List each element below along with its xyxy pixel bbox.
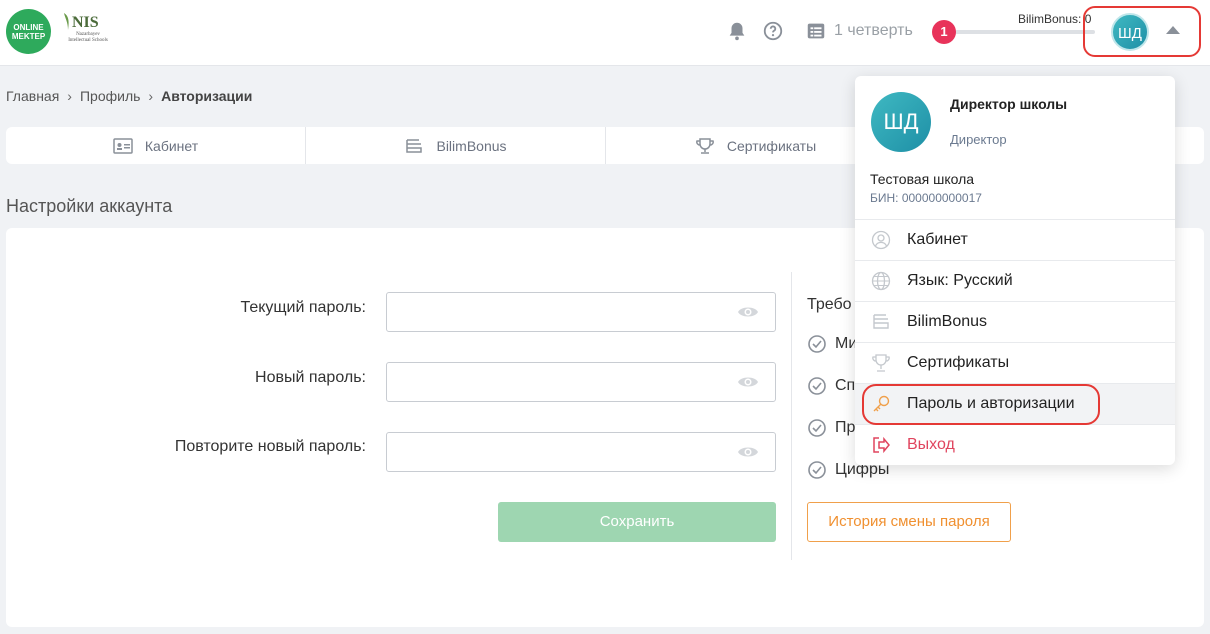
menu-item-certificates[interactable]: Сертификаты	[855, 342, 1175, 383]
menu-item-cabinet[interactable]: Кабинет	[855, 219, 1175, 260]
nis-logo-text: NIS	[72, 14, 99, 31]
user-name: Директор школы	[950, 96, 1068, 112]
page-title: Настройки аккаунта	[6, 196, 173, 216]
trophy-icon	[872, 354, 890, 372]
menu-item-label: Кабинет	[907, 231, 968, 248]
bilimbonus-label: BilimBonus: 0	[1018, 12, 1092, 26]
eye-icon[interactable]	[737, 304, 759, 320]
requirement-text: Сп	[835, 377, 856, 394]
nis-logo[interactable]: NIS Nazarbayev Intellectual Schools	[60, 10, 110, 55]
check-circle-icon	[808, 335, 826, 353]
menu-item-language[interactable]: Язык: Русский	[855, 260, 1175, 301]
check-circle-icon	[808, 419, 826, 437]
tab-label: Сертификаты	[726, 137, 817, 154]
password-item-highlight	[862, 384, 1100, 425]
id-card-icon	[113, 137, 133, 154]
requirement-text: Пр	[835, 419, 856, 436]
tab-cabinet[interactable]: Кабинет	[6, 127, 306, 164]
tab-bilimbonus[interactable]: BilimBonus	[306, 127, 606, 164]
breadcrumb-profile[interactable]: Профиль	[80, 88, 140, 104]
top-bar: ONLINE MEKTEP NIS Nazarbayev Intellectua…	[0, 0, 1210, 66]
menu-item-label: Язык: Русский	[907, 272, 1013, 289]
school-bin: БИН: 000000000017	[870, 191, 982, 205]
nis-logo-subtitle: Nazarbayev Intellectual Schools	[68, 32, 108, 43]
bilimbonus-level-badge: 1	[932, 20, 956, 44]
tab-label: BilimBonus	[436, 137, 507, 154]
eye-icon[interactable]	[737, 374, 759, 390]
requirement-item: Пр	[807, 418, 855, 438]
school-name: Тестовая школа	[870, 171, 975, 187]
requirement-text: Ми	[835, 335, 858, 352]
bilimbonus-icon	[406, 138, 423, 153]
eye-icon[interactable]	[737, 444, 759, 460]
current-password-label: Текущий пароль:	[240, 299, 366, 316]
logout-icon	[873, 436, 890, 454]
bell-icon[interactable]	[726, 20, 748, 42]
repeat-password-label: Повторите новый пароль:	[174, 438, 366, 455]
quarter-selector[interactable]: 1 четверть	[834, 22, 913, 40]
repeat-password-input[interactable]	[386, 432, 776, 472]
menu-item-label: BilimBonus	[907, 313, 988, 330]
list-icon[interactable]	[805, 20, 827, 42]
current-password-input[interactable]	[386, 292, 776, 332]
breadcrumb-home[interactable]: Главная	[6, 88, 59, 104]
online-mektep-logo-text: ONLINE MEKTEP	[11, 23, 46, 41]
user-role: Директор	[950, 132, 1007, 147]
chevron-right-icon: ›	[148, 88, 154, 104]
chevron-right-icon: ›	[67, 88, 72, 104]
breadcrumb: Главная › Профиль › Авторизации	[6, 88, 252, 104]
check-circle-icon	[808, 377, 826, 395]
trophy-icon	[695, 137, 714, 154]
menu-item-logout[interactable]: Выход	[855, 424, 1175, 465]
divider	[791, 272, 792, 560]
tab-label: Кабинет	[144, 137, 199, 154]
new-password-label: Новый пароль:	[255, 369, 366, 386]
bilimbonus-icon	[873, 314, 889, 329]
menu-item-label: Сертификаты	[907, 354, 1010, 371]
new-password-input[interactable]	[386, 362, 776, 402]
requirements-title: Требо	[807, 296, 852, 313]
bilimbonus-progress-bar	[955, 30, 1095, 34]
requirement-item: Сп	[807, 376, 855, 396]
online-mektep-logo[interactable]: ONLINE MEKTEP	[6, 9, 51, 54]
help-icon[interactable]	[762, 20, 784, 42]
avatar: ШД	[871, 92, 931, 152]
check-circle-icon	[808, 461, 826, 479]
globe-icon	[871, 271, 891, 291]
save-button[interactable]: Сохранить	[498, 502, 776, 542]
requirement-item: Ми	[807, 334, 857, 354]
user-circle-icon	[871, 230, 891, 250]
avatar[interactable]: ШД	[1111, 13, 1149, 51]
menu-item-label: Выход	[907, 436, 955, 453]
menu-item-bilimbonus[interactable]: BilimBonus	[855, 301, 1175, 342]
breadcrumb-current: Авторизации	[161, 88, 253, 104]
password-history-button[interactable]: История смены пароля	[807, 502, 1011, 542]
chevron-up-icon[interactable]	[1166, 26, 1180, 34]
